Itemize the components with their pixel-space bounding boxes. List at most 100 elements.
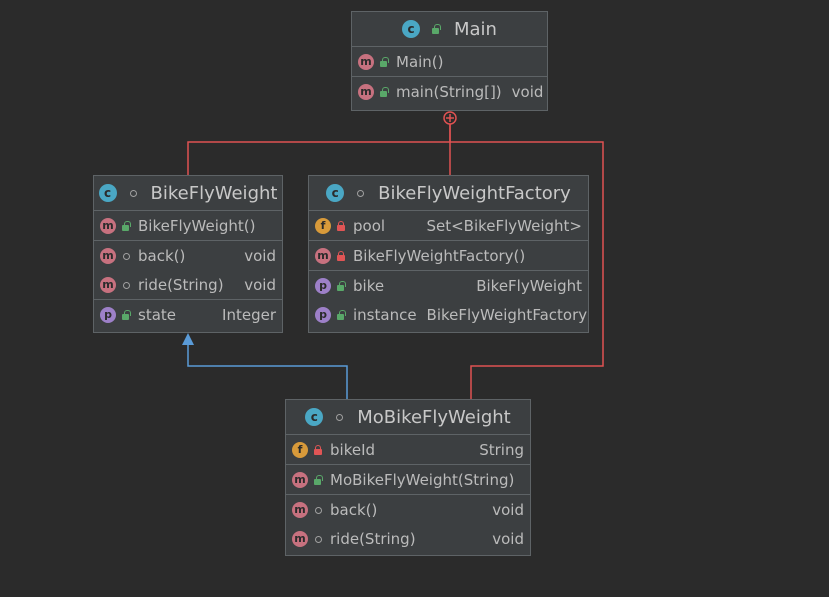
method-icon: m bbox=[100, 247, 116, 264]
class-node-factory[interactable]: c BikeFlyWeightFactory f pool Set<BikeFl… bbox=[308, 175, 589, 333]
member-row[interactable]: m MoBikeFlyWeight(String) bbox=[286, 465, 530, 494]
method-icon: m bbox=[315, 247, 331, 264]
field-icon: f bbox=[292, 441, 308, 458]
member-type: void bbox=[492, 500, 524, 519]
members-section: f pool Set<BikeFlyWeight> bbox=[309, 211, 588, 241]
method-icon: m bbox=[292, 530, 308, 547]
member-type: void bbox=[492, 529, 524, 548]
method-icon: m bbox=[292, 501, 308, 518]
members-section: m back() void m ride(String) void bbox=[286, 495, 530, 553]
method-icon: m bbox=[292, 471, 308, 488]
class-header: c BikeFlyWeightFactory bbox=[309, 176, 588, 211]
package-visibility-icon bbox=[127, 187, 139, 199]
member-row[interactable]: m BikeFlyWeightFactory() bbox=[309, 241, 588, 270]
class-icon: c bbox=[402, 20, 420, 38]
class-icon: c bbox=[305, 408, 324, 426]
public-visibility-icon bbox=[312, 474, 324, 486]
package-visibility-icon bbox=[312, 504, 324, 516]
member-name: Main() bbox=[396, 52, 444, 71]
class-header: c MoBikeFlyWeight bbox=[286, 400, 530, 435]
inner-class-marker bbox=[443, 111, 457, 125]
public-visibility-icon bbox=[335, 309, 347, 321]
private-visibility-icon bbox=[312, 444, 324, 456]
members-section: m back() void m ride(String) void bbox=[94, 241, 282, 300]
class-name: Main bbox=[454, 18, 497, 40]
member-name: back() bbox=[330, 500, 378, 519]
public-visibility-icon bbox=[378, 86, 390, 98]
member-name: bikeId bbox=[330, 440, 376, 459]
member-name: ride(String) bbox=[330, 529, 416, 548]
member-row[interactable]: m back() void bbox=[94, 241, 282, 270]
class-name: MoBikeFlyWeight bbox=[357, 406, 511, 428]
extends-link-mobike-bikeflyweight bbox=[187, 344, 348, 399]
class-header: c Main bbox=[352, 12, 547, 47]
member-type: void bbox=[511, 82, 544, 101]
member-name: BikeFlyWeight() bbox=[138, 216, 256, 235]
package-visibility-icon bbox=[333, 411, 345, 423]
members-section: p bike BikeFlyWeight p instance BikeFlyW… bbox=[309, 271, 588, 329]
member-name: bike bbox=[353, 276, 385, 295]
member-type: BikeFlyWeight bbox=[476, 276, 582, 295]
class-name: BikeFlyWeight bbox=[150, 182, 278, 204]
member-name: ride(String) bbox=[138, 275, 224, 294]
class-icon: c bbox=[98, 184, 117, 202]
member-row[interactable]: f pool Set<BikeFlyWeight> bbox=[309, 211, 588, 240]
member-type: BikeFlyWeightFactory bbox=[426, 305, 588, 324]
public-visibility-icon bbox=[335, 280, 347, 292]
member-type: String bbox=[479, 440, 524, 459]
public-visibility-icon bbox=[378, 56, 390, 68]
member-row[interactable]: p state Integer bbox=[94, 300, 282, 329]
members-section: m BikeFlyWeight() bbox=[94, 211, 282, 241]
class-name: BikeFlyWeightFactory bbox=[378, 182, 571, 204]
member-type: void bbox=[244, 275, 276, 294]
package-visibility-icon bbox=[120, 279, 132, 291]
private-visibility-icon bbox=[335, 220, 347, 232]
class-node-main[interactable]: c Main m Main() m main(String[]) void bbox=[351, 11, 548, 111]
public-visibility-icon bbox=[120, 309, 132, 321]
property-icon: p bbox=[315, 306, 331, 323]
class-icon: c bbox=[326, 184, 345, 202]
member-row[interactable]: f bikeId String bbox=[286, 435, 530, 464]
member-row[interactable]: p bike BikeFlyWeight bbox=[309, 271, 588, 300]
members-section: m BikeFlyWeightFactory() bbox=[309, 241, 588, 271]
member-row[interactable]: m ride(String) void bbox=[286, 524, 530, 553]
member-name: pool bbox=[353, 216, 386, 235]
member-row[interactable]: m back() void bbox=[286, 495, 530, 524]
method-icon: m bbox=[100, 217, 116, 234]
members-section: m main(String[]) void bbox=[352, 77, 547, 106]
member-row[interactable]: m ride(String) void bbox=[94, 270, 282, 299]
inner-class-link-bikeflyweight bbox=[187, 118, 451, 175]
class-header: c BikeFlyWeight bbox=[94, 176, 282, 211]
public-visibility-icon bbox=[430, 23, 442, 35]
method-icon: m bbox=[100, 276, 116, 293]
member-type: Integer bbox=[222, 305, 276, 324]
members-section: m MoBikeFlyWeight(String) bbox=[286, 465, 530, 495]
property-icon: p bbox=[315, 277, 331, 294]
member-name: instance bbox=[353, 305, 417, 324]
extends-arrowhead bbox=[182, 333, 194, 345]
members-section: m Main() bbox=[352, 47, 547, 77]
method-icon: m bbox=[358, 83, 374, 100]
field-icon: f bbox=[315, 217, 331, 234]
member-row[interactable]: p instance BikeFlyWeightFactory bbox=[309, 300, 588, 329]
member-row[interactable]: m BikeFlyWeight() bbox=[94, 211, 282, 240]
member-name: state bbox=[138, 305, 176, 324]
class-node-bikeflyweight[interactable]: c BikeFlyWeight m BikeFlyWeight() m back… bbox=[93, 175, 283, 333]
method-icon: m bbox=[358, 53, 374, 70]
members-section: f bikeId String bbox=[286, 435, 530, 465]
private-visibility-icon bbox=[335, 250, 347, 262]
members-section: p state Integer bbox=[94, 300, 282, 329]
member-name: main(String[]) bbox=[396, 82, 502, 101]
package-visibility-icon bbox=[120, 250, 132, 262]
member-name: back() bbox=[138, 246, 186, 265]
member-name: BikeFlyWeightFactory() bbox=[353, 246, 526, 265]
class-node-mobike[interactable]: c MoBikeFlyWeight f bikeId String m MoBi… bbox=[285, 399, 531, 556]
property-icon: p bbox=[100, 306, 116, 323]
member-name: MoBikeFlyWeight(String) bbox=[330, 470, 515, 489]
package-visibility-icon bbox=[312, 533, 324, 545]
member-row[interactable]: m main(String[]) void bbox=[352, 77, 547, 106]
package-visibility-icon bbox=[354, 187, 366, 199]
member-row[interactable]: m Main() bbox=[352, 47, 547, 76]
member-type: Set<BikeFlyWeight> bbox=[426, 216, 582, 235]
member-type: void bbox=[244, 246, 276, 265]
